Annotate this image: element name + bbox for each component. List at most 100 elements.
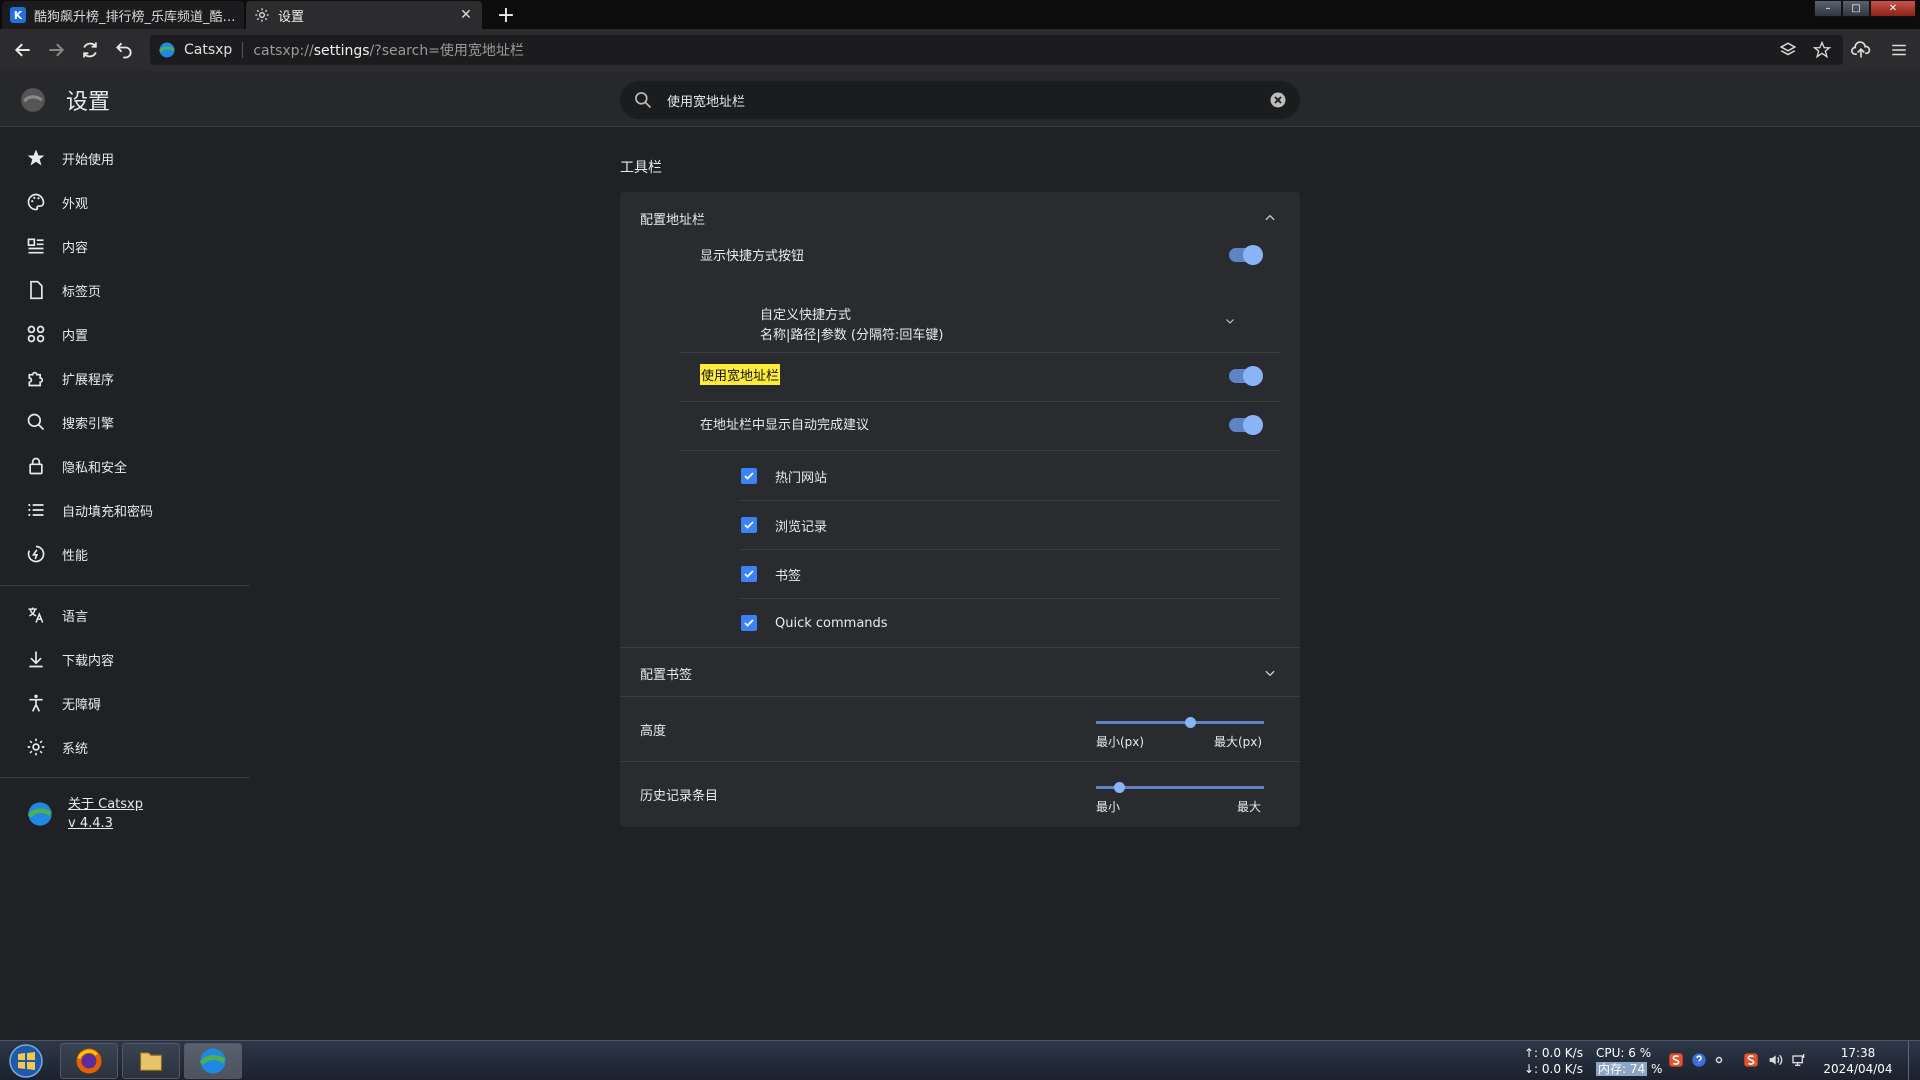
taskbar-file-explorer[interactable]: [122, 1043, 180, 1079]
sidebar-item-label: 内容: [62, 240, 89, 256]
show-shortcut-toggle[interactable]: [1229, 245, 1263, 265]
menu-icon[interactable]: [1886, 37, 1912, 63]
forward-icon[interactable]: [43, 37, 69, 63]
network-icon[interactable]: [1790, 1051, 1808, 1069]
about-link[interactable]: 关于 Catsxp v 4.4.3: [26, 795, 143, 833]
option-row: 浏览记录: [775, 514, 827, 536]
sidebar-item-label: 开始使用: [62, 152, 115, 168]
height-slider[interactable]: [1096, 717, 1264, 728]
slider-knob[interactable]: [1114, 782, 1126, 793]
checkbox-top-sites[interactable]: [741, 468, 757, 484]
layers-icon[interactable]: [1777, 39, 1799, 61]
site-name: Catsxp: [184, 42, 244, 58]
chevron-down-icon[interactable]: [1220, 311, 1240, 331]
chevron-down-icon[interactable]: [1260, 663, 1280, 683]
sidebar-item-privacy[interactable]: 隐私和安全: [0, 444, 250, 488]
window-controls: – □ ✕: [1814, 0, 1916, 17]
url-text[interactable]: catsxp://settings/?search=使用宽地址栏: [253, 40, 524, 60]
bookmark-star-icon[interactable]: [1811, 39, 1833, 61]
net-download-speed: ↓: 0.0 K/s: [1524, 1062, 1583, 1076]
sidebar-item-accessibility[interactable]: 无障碍: [0, 681, 250, 725]
sogou-input-icon[interactable]: [1667, 1051, 1685, 1069]
about-version[interactable]: v 4.4.3: [68, 814, 143, 833]
accessibility-icon: [24, 691, 48, 715]
slider-max-label: 最大(px): [1214, 735, 1263, 749]
option-row: Quick commands: [775, 612, 888, 634]
group-title: 配置地址栏: [640, 212, 706, 228]
sidebar-item-downloads[interactable]: 下载内容: [0, 637, 250, 681]
sidebar-item-label: 内置: [62, 328, 89, 344]
checkbox-history[interactable]: [741, 517, 757, 533]
tab-kugou[interactable]: K 酷狗飙升榜_排行榜_乐库频道_酷狗网: [2, 1, 244, 29]
new-tab-button[interactable]: +: [492, 1, 520, 29]
sidebar-item-label: 系统: [62, 741, 89, 757]
taskbar-catsxp[interactable]: [184, 1043, 242, 1079]
show-desktop-button[interactable]: [1908, 1041, 1918, 1080]
about-label[interactable]: 关于 Catsxp: [68, 795, 143, 814]
chevron-up-icon[interactable]: [1260, 208, 1280, 228]
sidebar-item-builtin[interactable]: 内置: [0, 312, 250, 356]
sidebar-item-language[interactable]: 语言: [0, 593, 250, 637]
sidebar-item-label: 语言: [62, 609, 89, 625]
memory-unit: %: [1650, 1062, 1663, 1076]
section-title: 工具栏: [620, 160, 662, 176]
minimize-button[interactable]: –: [1814, 0, 1842, 17]
sidebar-item-performance[interactable]: 性能: [0, 532, 250, 576]
history-slider[interactable]: [1096, 782, 1264, 793]
checkbox-quick-commands[interactable]: [741, 615, 757, 631]
slider-min-label: 最小: [1096, 800, 1121, 814]
net-upload-speed: ↑: 0.0 K/s: [1524, 1046, 1583, 1060]
taskbar-firefox[interactable]: [60, 1043, 118, 1079]
undo-icon[interactable]: [111, 37, 137, 63]
sidebar-divider: [0, 777, 250, 778]
slider-max-label: 最大: [1237, 800, 1262, 814]
back-icon[interactable]: [10, 37, 36, 63]
close-icon[interactable]: ✕: [458, 7, 474, 23]
checkbox-bookmarks[interactable]: [741, 566, 757, 582]
sidebar-item-label: 扩展程序: [62, 372, 115, 388]
slider-knob[interactable]: [1184, 717, 1196, 728]
sidebar-item-label: 隐私和安全: [62, 460, 128, 476]
sidebar-item-autofill[interactable]: 自动填充和密码: [0, 488, 250, 532]
clock-date[interactable]: 2024/04/04: [1822, 1061, 1894, 1077]
clock-time[interactable]: 17:38: [1826, 1045, 1890, 1061]
slider-min-label: 最小(px): [1096, 735, 1145, 749]
divider: [620, 696, 1300, 697]
setting-label: 历史记录条目: [640, 788, 719, 804]
tab-title: 设置: [278, 9, 305, 25]
height-row: 高度: [640, 718, 666, 740]
settings-logo-icon: [21, 88, 45, 112]
upload-icon[interactable]: [1848, 37, 1874, 63]
sidebar-item-search-engine[interactable]: 搜索引擎: [0, 400, 250, 444]
address-bar[interactable]: Catsxp catsxp://settings/?search=使用宽地址栏: [150, 35, 1843, 65]
clear-search-icon[interactable]: [1269, 91, 1287, 109]
address-bar-group-header[interactable]: 配置地址栏: [640, 206, 1280, 230]
sidebar-item-extensions[interactable]: 扩展程序: [0, 356, 250, 400]
url-path: /?search=使用宽地址栏: [369, 43, 524, 59]
sidebar-item-system[interactable]: 系统: [0, 725, 250, 769]
maximize-button[interactable]: □: [1842, 0, 1870, 17]
settings-small-icon[interactable]: [1710, 1051, 1728, 1069]
custom-shortcut-subtitle-row: 名称|路径|参数 (分隔符:回车键): [760, 322, 943, 344]
sidebar-item-appearance[interactable]: 外观: [0, 180, 250, 224]
reload-icon[interactable]: [77, 37, 103, 63]
sidebar-item-label: 自动填充和密码: [62, 504, 154, 520]
checkmark-icon: [744, 570, 754, 578]
tab-settings[interactable]: 设置 ✕: [246, 1, 482, 29]
sidebar-item-content[interactable]: 内容: [0, 224, 250, 268]
wide-address-bar-toggle[interactable]: [1229, 366, 1263, 386]
checkmark-icon: [744, 619, 754, 627]
setting-label-highlighted: 使用宽地址栏: [700, 363, 781, 385]
bookmarks-group-header[interactable]: 配置书签: [640, 661, 1260, 685]
search-input[interactable]: [667, 92, 1269, 108]
close-window-button[interactable]: ✕: [1870, 0, 1916, 17]
start-button[interactable]: [6, 1043, 46, 1079]
sidebar-item-get-started[interactable]: 开始使用: [0, 136, 250, 180]
sogou-tray-icon[interactable]: [1742, 1051, 1760, 1069]
divider: [620, 761, 1300, 762]
sidebar-item-tabs[interactable]: 标签页: [0, 268, 250, 312]
help-icon[interactable]: [1690, 1051, 1708, 1069]
volume-icon[interactable]: [1766, 1051, 1784, 1069]
performance-icon: [24, 542, 48, 566]
autocomplete-toggle[interactable]: [1229, 415, 1263, 435]
